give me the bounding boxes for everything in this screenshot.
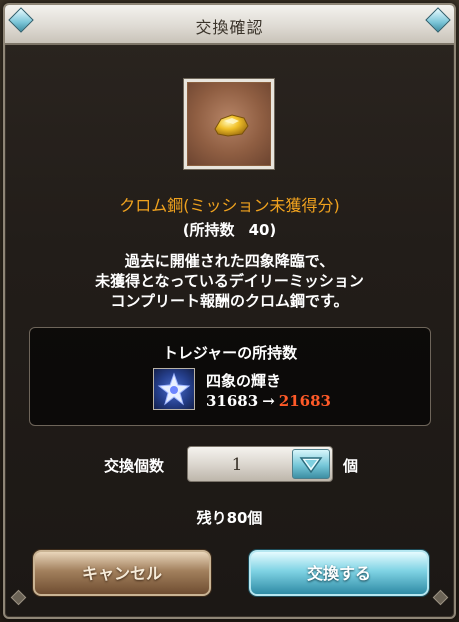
treasure-heading: トレジャーの所持数 (162, 344, 298, 362)
owned-count: (所持数 40) (0, 219, 459, 240)
cancel-button[interactable]: キャンセル (33, 550, 211, 596)
treasure-count: 31683 → 21683 (206, 392, 331, 410)
treasure-name: 四象の輝き (206, 372, 282, 390)
remaining-count: 残り80個 (196, 509, 263, 527)
description-line: 過去に開催された四象降臨で、 (124, 252, 335, 270)
item-description: 過去に開催された四象降臨で、 未獲得となっているデイリーミッション コンプリート… (40, 251, 419, 311)
chrome-steel-nugget-icon (214, 114, 249, 137)
exchange-button[interactable]: 交換する (249, 550, 429, 596)
item-image-frame (183, 78, 275, 170)
dropdown-button[interactable] (292, 449, 330, 479)
treasure-after: 21683 (278, 392, 331, 410)
dialog-titlebar: 交換確認 (5, 5, 454, 45)
treasure-current: 31683 (206, 392, 259, 410)
quantity-select[interactable]: 1 (187, 446, 333, 482)
item-image (187, 82, 271, 166)
chevron-down-icon (299, 457, 323, 474)
star-icon (157, 372, 191, 406)
dialog-title: 交換確認 (195, 18, 264, 37)
four-symbols-star-icon (153, 368, 195, 410)
quantity-label: 交換個数 (104, 457, 165, 475)
description-line: 未獲得となっているデイリーミッション (95, 272, 364, 290)
owned-value: 40) (248, 221, 277, 239)
owned-label: (所持数 (182, 221, 235, 239)
corner-ornament-icon (432, 589, 449, 606)
quantity-value: 1 (231, 455, 243, 475)
description-line: コンプリート報酬のクロム鋼です。 (110, 292, 349, 310)
corner-ornament-icon (10, 589, 27, 606)
quantity-unit: 個 (343, 457, 359, 475)
arrow-icon: → (262, 392, 275, 410)
item-name: クロム鋼(ミッション未獲得分) (119, 196, 340, 215)
treasure-panel: トレジャーの所持数 四象の輝き 31683 → 21683 (29, 327, 431, 426)
